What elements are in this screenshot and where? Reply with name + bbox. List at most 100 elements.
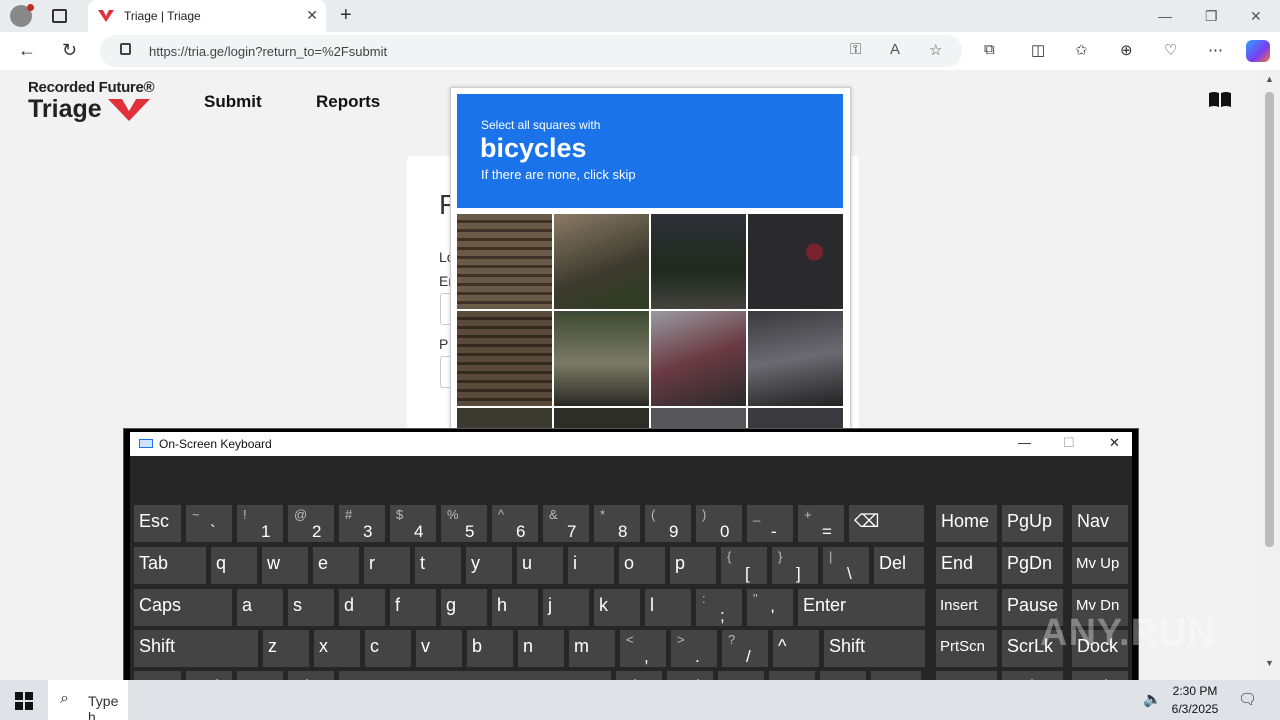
window-restore-icon[interactable]: ❐ bbox=[1205, 8, 1218, 25]
more-menu-icon[interactable]: ⋯ bbox=[1208, 41, 1223, 59]
osk-key[interactable]: ) 0 bbox=[696, 505, 742, 542]
osk-key[interactable]: Del bbox=[874, 547, 924, 584]
scrollbar-thumb[interactable] bbox=[1265, 92, 1274, 547]
osk-key[interactable]: _ - bbox=[747, 505, 793, 542]
key-icon[interactable]: ⚿ bbox=[850, 41, 861, 58]
read-aloud-icon[interactable]: A bbox=[890, 41, 900, 58]
browser-essentials-icon[interactable]: ♡ bbox=[1164, 41, 1177, 59]
captcha-tile[interactable] bbox=[651, 311, 746, 406]
osk-key[interactable]: q bbox=[211, 547, 257, 584]
captcha-tile[interactable] bbox=[651, 214, 746, 309]
favorite-star-icon[interactable]: ☆ bbox=[929, 41, 942, 59]
nav-submit-link[interactable]: Submit bbox=[204, 92, 262, 112]
osk-nav-key[interactable]: Mv Up bbox=[1072, 547, 1128, 584]
osk-nav-key[interactable]: Nav bbox=[1072, 505, 1128, 542]
captcha-tile[interactable] bbox=[748, 311, 843, 406]
captcha-tile[interactable] bbox=[457, 214, 552, 309]
active-tab[interactable]: Triage | Triage ✕ bbox=[88, 0, 326, 33]
osk-key[interactable]: l bbox=[645, 589, 691, 626]
osk-key[interactable]: m bbox=[569, 630, 615, 667]
osk-key[interactable]: y bbox=[466, 547, 512, 584]
osk-key[interactable]: ^ 6 bbox=[492, 505, 538, 542]
new-tab-button[interactable]: + bbox=[340, 4, 352, 27]
osk-key[interactable]: g bbox=[441, 589, 487, 626]
osk-key[interactable]: n bbox=[518, 630, 564, 667]
osk-key[interactable]: v bbox=[416, 630, 462, 667]
osk-nav-key[interactable]: PgUp bbox=[1002, 505, 1063, 542]
back-icon[interactable]: ← bbox=[18, 40, 36, 61]
osk-key[interactable]: }] bbox=[772, 547, 818, 584]
osk-key[interactable]: j bbox=[543, 589, 589, 626]
osk-key[interactable]: f bbox=[390, 589, 436, 626]
osk-key[interactable]: i bbox=[568, 547, 614, 584]
osk-nav-key[interactable]: PgDn bbox=[1002, 547, 1063, 584]
osk-key[interactable]: " ' bbox=[747, 589, 793, 626]
osk-key[interactable]: s bbox=[288, 589, 334, 626]
tab-close-icon[interactable]: ✕ bbox=[306, 7, 318, 24]
osk-key[interactable]: ! 1 bbox=[237, 505, 283, 542]
osk-nav-key[interactable]: Insert bbox=[936, 589, 997, 626]
osk-key[interactable]: & 7 bbox=[543, 505, 589, 542]
favorites-icon[interactable]: ✩ bbox=[1075, 41, 1088, 59]
brand-product[interactable]: Triage bbox=[28, 95, 102, 124]
osk-key[interactable]: Shift bbox=[134, 630, 258, 667]
osk-key[interactable]: w bbox=[262, 547, 308, 584]
copilot-icon[interactable] bbox=[1246, 40, 1270, 62]
refresh-icon[interactable]: ↻ bbox=[62, 40, 77, 61]
osk-key[interactable]: #3 bbox=[339, 505, 385, 542]
osk-key[interactable]: Shift bbox=[824, 630, 925, 667]
osk-nav-key[interactable]: Home bbox=[936, 505, 997, 542]
osk-key[interactable]: a bbox=[237, 589, 283, 626]
captcha-tile[interactable] bbox=[457, 311, 552, 406]
osk-minimize-icon[interactable]: — bbox=[1018, 435, 1031, 450]
osk-key[interactable]: b bbox=[467, 630, 513, 667]
scroll-down-icon[interactable]: ▼ bbox=[1265, 658, 1274, 668]
split-screen-icon[interactable]: ◫ bbox=[1031, 41, 1045, 59]
captcha-tile[interactable] bbox=[554, 214, 649, 309]
osk-key[interactable]: (9 bbox=[645, 505, 691, 542]
osk-titlebar[interactable]: On-Screen Keyboard — ☐ ✕ bbox=[130, 432, 1132, 456]
osk-key[interactable]: Tab bbox=[134, 547, 206, 584]
osk-key[interactable]: c bbox=[365, 630, 411, 667]
osk-key[interactable]: ~ ` bbox=[186, 505, 232, 542]
captcha-tile[interactable] bbox=[748, 214, 843, 309]
osk-key[interactable]: >. bbox=[671, 630, 717, 667]
clock-date[interactable]: 6/3/2025 bbox=[1169, 702, 1221, 716]
address-bar[interactable]: https://tria.ge/login?return_to=%2Fsubmi… bbox=[100, 35, 962, 67]
osk-key[interactable]: <, bbox=[620, 630, 666, 667]
notifications-icon[interactable]: 🗨 bbox=[1238, 690, 1257, 708]
osk-nav-key[interactable]: PrtScn bbox=[936, 630, 997, 667]
captcha-tile[interactable] bbox=[554, 311, 649, 406]
osk-nav-key[interactable]: End bbox=[936, 547, 997, 584]
volume-icon[interactable]: 🔈 bbox=[1143, 690, 1162, 708]
scroll-up-icon[interactable]: ▲ bbox=[1265, 74, 1274, 84]
tab-actions-icon[interactable] bbox=[52, 9, 67, 23]
extensions-icon[interactable]: ⧉ bbox=[984, 41, 995, 58]
osk-key[interactable]: ^ bbox=[773, 630, 819, 667]
osk-key[interactable]: h bbox=[492, 589, 538, 626]
window-minimize-icon[interactable]: — bbox=[1158, 8, 1172, 24]
osk-key[interactable]: e bbox=[313, 547, 359, 584]
osk-key[interactable]: * 8 bbox=[594, 505, 640, 542]
clock-time[interactable]: 2:30 PM bbox=[1172, 684, 1218, 698]
osk-key[interactable]: Esc bbox=[134, 505, 181, 542]
collections-icon[interactable]: ⊕ bbox=[1120, 41, 1133, 59]
osk-key[interactable]: $4 bbox=[390, 505, 436, 542]
osk-key[interactable]: @2 bbox=[288, 505, 334, 542]
window-close-icon[interactable]: ✕ bbox=[1250, 8, 1262, 25]
windows-start-icon[interactable] bbox=[15, 692, 33, 710]
osk-key[interactable]: d bbox=[339, 589, 385, 626]
osk-key[interactable]: t bbox=[415, 547, 461, 584]
osk-key[interactable]: k bbox=[594, 589, 640, 626]
taskbar-search-box[interactable]: ⌕ Type h bbox=[48, 680, 128, 720]
osk-key[interactable]: r bbox=[364, 547, 410, 584]
nav-reports-link[interactable]: Reports bbox=[316, 92, 380, 112]
osk-key[interactable]: {[ bbox=[721, 547, 767, 584]
osk-key[interactable]: Caps bbox=[134, 589, 232, 626]
osk-key[interactable]: o bbox=[619, 547, 665, 584]
osk-key[interactable]: z bbox=[263, 630, 309, 667]
osk-key[interactable]: x bbox=[314, 630, 360, 667]
osk-key[interactable]: | \ bbox=[823, 547, 869, 584]
documentation-book-icon[interactable] bbox=[1208, 91, 1232, 108]
osk-key[interactable]: ⌫ bbox=[849, 505, 924, 542]
